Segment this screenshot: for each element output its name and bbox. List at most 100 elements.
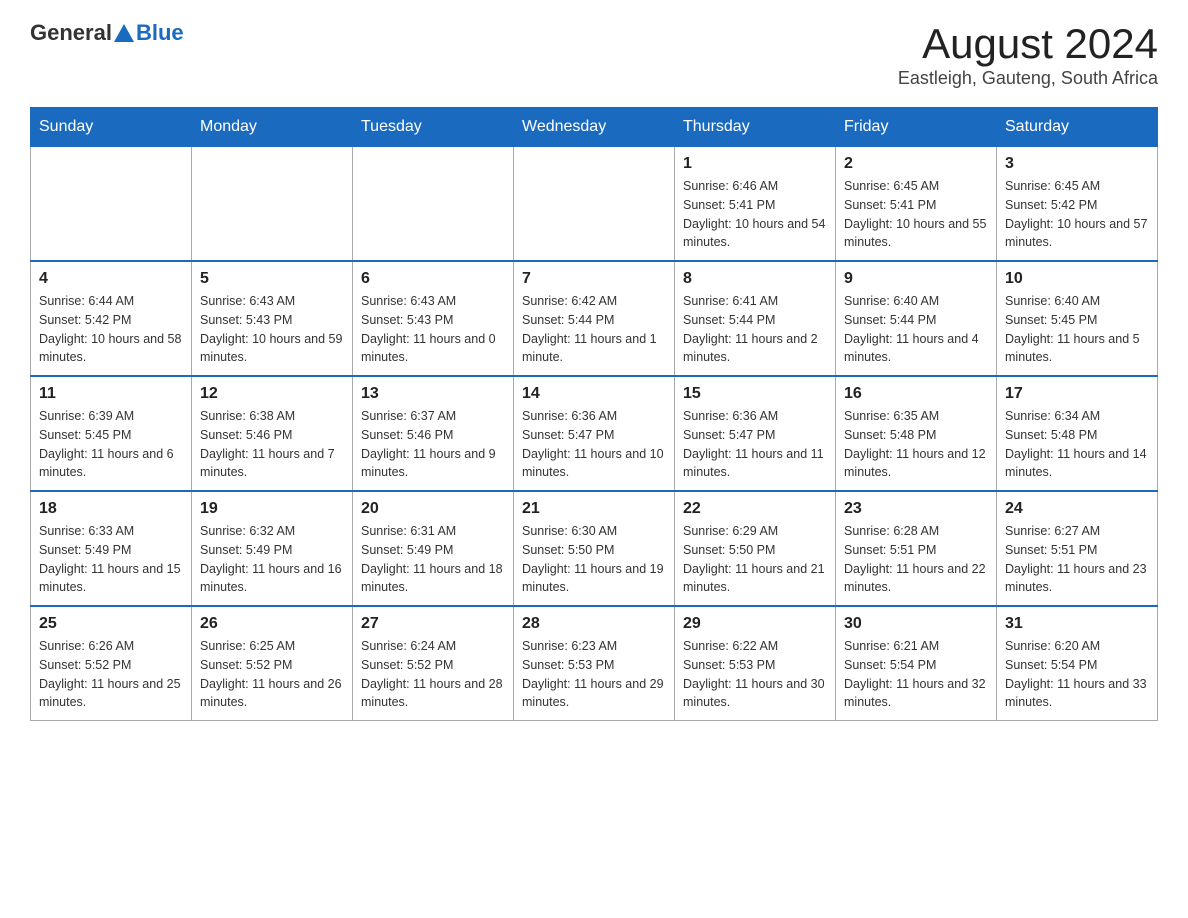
day-of-week-friday: Friday — [836, 108, 997, 147]
day-number: 30 — [844, 615, 988, 633]
day-info: Sunrise: 6:23 AMSunset: 5:53 PMDaylight:… — [522, 637, 666, 712]
day-info: Sunrise: 6:46 AMSunset: 5:41 PMDaylight:… — [683, 177, 827, 252]
day-number: 23 — [844, 500, 988, 518]
calendar-week-3: 18 Sunrise: 6:33 AMSunset: 5:49 PMDayligh… — [31, 491, 1158, 606]
calendar-cell: 11Sunrise: 6:39 AMSunset: 5:45 PMDayligh… — [31, 376, 192, 491]
day-number: 18 — [39, 500, 183, 518]
day-info: Sunrise: 6:30 AMSunset: 5:50 PMDaylight:… — [522, 522, 666, 597]
day-number: 4 — [39, 270, 183, 288]
day-number: 6 — [361, 270, 505, 288]
calendar-cell: 12 Sunrise: 6:38 AMSunset: 5:46 PMDayligh… — [192, 376, 353, 491]
day-info: Sunrise: 6:27 AMSunset: 5:51 PMDaylight:… — [1005, 522, 1149, 597]
day-number: 5 — [200, 270, 344, 288]
day-info: Sunrise: 6:38 AMSunset: 5:46 PMDaylight:… — [200, 407, 344, 482]
day-of-week-tuesday: Tuesday — [353, 108, 514, 147]
day-info: Sunrise: 6:40 AMSunset: 5:44 PMDaylight:… — [844, 292, 988, 367]
day-of-week-monday: Monday — [192, 108, 353, 147]
calendar-cell: 21 Sunrise: 6:30 AMSunset: 5:50 PMDayligh… — [514, 491, 675, 606]
day-info: Sunrise: 6:33 AMSunset: 5:49 PMDaylight:… — [39, 522, 183, 597]
day-number: 25 — [39, 615, 183, 633]
day-info: Sunrise: 6:37 AMSunset: 5:46 PMDaylight:… — [361, 407, 505, 482]
calendar-cell: 15 Sunrise: 6:36 AMSunset: 5:47 PMDayligh… — [675, 376, 836, 491]
day-number: 26 — [200, 615, 344, 633]
logo-triangle-icon — [114, 24, 134, 42]
calendar-week-0: 1Sunrise: 6:46 AMSunset: 5:41 PMDaylight… — [31, 147, 1158, 262]
calendar-cell: 23 Sunrise: 6:28 AMSunset: 5:51 PMDayligh… — [836, 491, 997, 606]
title-block: August 2024 Eastleigh, Gauteng, South Af… — [898, 20, 1158, 89]
day-info: Sunrise: 6:28 AMSunset: 5:51 PMDaylight:… — [844, 522, 988, 597]
day-info: Sunrise: 6:22 AMSunset: 5:53 PMDaylight:… — [683, 637, 827, 712]
day-info: Sunrise: 6:24 AMSunset: 5:52 PMDaylight:… — [361, 637, 505, 712]
calendar-cell: 29Sunrise: 6:22 AMSunset: 5:53 PMDayligh… — [675, 606, 836, 721]
calendar-cell: 24 Sunrise: 6:27 AMSunset: 5:51 PMDayligh… — [997, 491, 1158, 606]
calendar-cell — [353, 147, 514, 262]
logo-blue-text: Blue — [136, 20, 184, 46]
calendar-cell: 14Sunrise: 6:36 AMSunset: 5:47 PMDayligh… — [514, 376, 675, 491]
calendar-title: August 2024 — [898, 20, 1158, 68]
day-info: Sunrise: 6:44 AMSunset: 5:42 PMDaylight:… — [39, 292, 183, 367]
page-header: General Blue August 2024 Eastleigh, Gaut… — [30, 20, 1158, 89]
day-info: Sunrise: 6:36 AMSunset: 5:47 PMDaylight:… — [522, 407, 666, 482]
day-info: Sunrise: 6:34 AMSunset: 5:48 PMDaylight:… — [1005, 407, 1149, 482]
day-number: 21 — [522, 500, 666, 518]
calendar-cell: 25 Sunrise: 6:26 AMSunset: 5:52 PMDayligh… — [31, 606, 192, 721]
calendar-cell: 1Sunrise: 6:46 AMSunset: 5:41 PMDaylight… — [675, 147, 836, 262]
calendar-cell: 16Sunrise: 6:35 AMSunset: 5:48 PMDayligh… — [836, 376, 997, 491]
day-info: Sunrise: 6:20 AMSunset: 5:54 PMDaylight:… — [1005, 637, 1149, 712]
day-info: Sunrise: 6:43 AMSunset: 5:43 PMDaylight:… — [361, 292, 505, 367]
day-number: 24 — [1005, 500, 1149, 518]
day-number: 2 — [844, 155, 988, 173]
day-number: 16 — [844, 385, 988, 403]
calendar-cell: 4 Sunrise: 6:44 AMSunset: 5:42 PMDaylight… — [31, 261, 192, 376]
day-number: 15 — [683, 385, 827, 403]
day-number: 8 — [683, 270, 827, 288]
calendar-cell: 27 Sunrise: 6:24 AMSunset: 5:52 PMDayligh… — [353, 606, 514, 721]
day-info: Sunrise: 6:43 AMSunset: 5:43 PMDaylight:… — [200, 292, 344, 367]
day-info: Sunrise: 6:40 AMSunset: 5:45 PMDaylight:… — [1005, 292, 1149, 367]
day-number: 11 — [39, 385, 183, 403]
calendar-cell: 13Sunrise: 6:37 AMSunset: 5:46 PMDayligh… — [353, 376, 514, 491]
calendar-cell: 10 Sunrise: 6:40 AMSunset: 5:45 PMDayligh… — [997, 261, 1158, 376]
calendar-subtitle: Eastleigh, Gauteng, South Africa — [898, 68, 1158, 89]
calendar-cell — [31, 147, 192, 262]
day-of-week-thursday: Thursday — [675, 108, 836, 147]
day-number: 20 — [361, 500, 505, 518]
day-info: Sunrise: 6:29 AMSunset: 5:50 PMDaylight:… — [683, 522, 827, 597]
day-number: 7 — [522, 270, 666, 288]
day-info: Sunrise: 6:45 AMSunset: 5:42 PMDaylight:… — [1005, 177, 1149, 252]
day-number: 19 — [200, 500, 344, 518]
calendar-cell: 7 Sunrise: 6:42 AMSunset: 5:44 PMDaylight… — [514, 261, 675, 376]
calendar-cell: 20 Sunrise: 6:31 AMSunset: 5:49 PMDayligh… — [353, 491, 514, 606]
day-of-week-wednesday: Wednesday — [514, 108, 675, 147]
calendar-header-row: SundayMondayTuesdayWednesdayThursdayFrid… — [31, 108, 1158, 147]
calendar-cell: 26 Sunrise: 6:25 AMSunset: 5:52 PMDayligh… — [192, 606, 353, 721]
calendar-table: SundayMondayTuesdayWednesdayThursdayFrid… — [30, 107, 1158, 721]
calendar-cell: 19 Sunrise: 6:32 AMSunset: 5:49 PMDayligh… — [192, 491, 353, 606]
calendar-week-4: 25 Sunrise: 6:26 AMSunset: 5:52 PMDayligh… — [31, 606, 1158, 721]
day-info: Sunrise: 6:25 AMSunset: 5:52 PMDaylight:… — [200, 637, 344, 712]
day-number: 10 — [1005, 270, 1149, 288]
day-info: Sunrise: 6:42 AMSunset: 5:44 PMDaylight:… — [522, 292, 666, 367]
day-info: Sunrise: 6:36 AMSunset: 5:47 PMDaylight:… — [683, 407, 827, 482]
day-info: Sunrise: 6:21 AMSunset: 5:54 PMDaylight:… — [844, 637, 988, 712]
calendar-cell — [192, 147, 353, 262]
logo-general-text: General — [30, 20, 112, 46]
day-number: 28 — [522, 615, 666, 633]
day-number: 22 — [683, 500, 827, 518]
day-number: 27 — [361, 615, 505, 633]
day-of-week-saturday: Saturday — [997, 108, 1158, 147]
day-info: Sunrise: 6:26 AMSunset: 5:52 PMDaylight:… — [39, 637, 183, 712]
day-info: Sunrise: 6:32 AMSunset: 5:49 PMDaylight:… — [200, 522, 344, 597]
day-number: 9 — [844, 270, 988, 288]
calendar-cell: 17Sunrise: 6:34 AMSunset: 5:48 PMDayligh… — [997, 376, 1158, 491]
calendar-week-2: 11Sunrise: 6:39 AMSunset: 5:45 PMDayligh… — [31, 376, 1158, 491]
calendar-cell: 18 Sunrise: 6:33 AMSunset: 5:49 PMDayligh… — [31, 491, 192, 606]
day-info: Sunrise: 6:31 AMSunset: 5:49 PMDaylight:… — [361, 522, 505, 597]
day-number: 12 — [200, 385, 344, 403]
day-info: Sunrise: 6:45 AMSunset: 5:41 PMDaylight:… — [844, 177, 988, 252]
day-of-week-sunday: Sunday — [31, 108, 192, 147]
calendar-cell: 8Sunrise: 6:41 AMSunset: 5:44 PMDaylight… — [675, 261, 836, 376]
calendar-cell: 30 Sunrise: 6:21 AMSunset: 5:54 PMDayligh… — [836, 606, 997, 721]
calendar-cell: 28 Sunrise: 6:23 AMSunset: 5:53 PMDayligh… — [514, 606, 675, 721]
calendar-week-1: 4 Sunrise: 6:44 AMSunset: 5:42 PMDaylight… — [31, 261, 1158, 376]
